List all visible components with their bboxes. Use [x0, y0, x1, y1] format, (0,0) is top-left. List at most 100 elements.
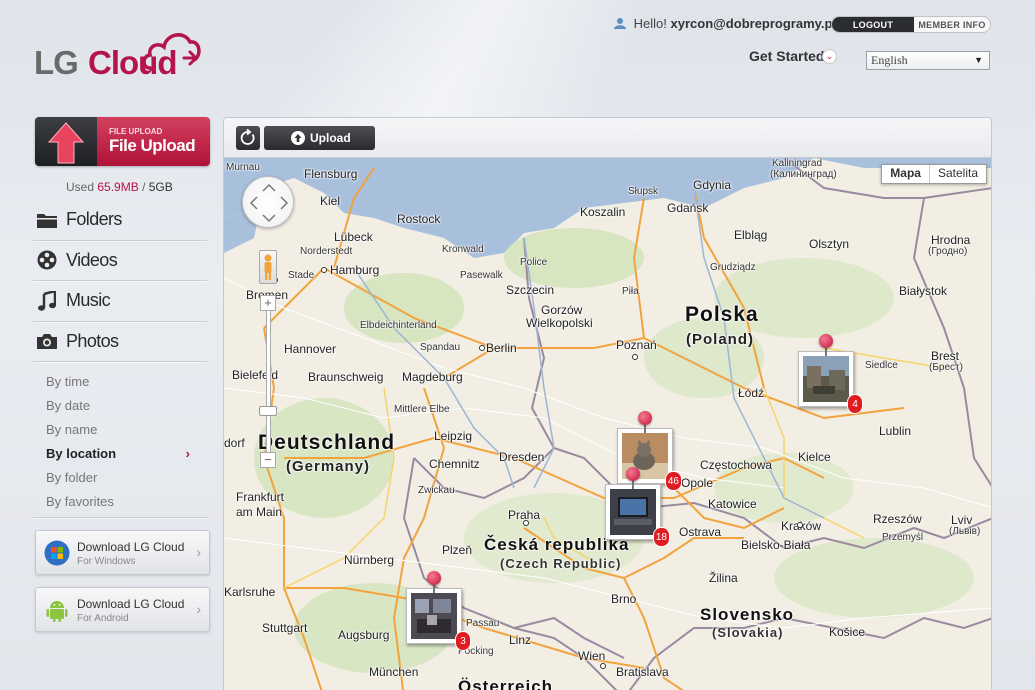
location-map[interactable]: Kaliningrad (Калининград) Gdynia Słupsk … — [224, 158, 991, 690]
member-info-button[interactable]: MEMBER INFO — [914, 17, 990, 32]
map-label-country: (Czech Republic) — [500, 556, 622, 571]
photo-count-badge: 4 — [847, 394, 863, 414]
city-dot — [523, 520, 529, 526]
map-label: Leipzig — [434, 429, 473, 443]
zoom-slider-track[interactable] — [266, 310, 271, 454]
map-label: Siedlce — [865, 360, 898, 371]
map-label: Kaliningrad — [772, 158, 823, 169]
sidebar-item-label: Photos — [66, 330, 119, 351]
download-title: Download LG Cloud — [77, 540, 185, 554]
folder-icon — [36, 211, 58, 229]
map-label: Spandau — [420, 342, 461, 353]
zoom-slider-handle[interactable] — [259, 406, 277, 416]
map-label: Stuttgart — [262, 621, 308, 635]
sidebar-item-music[interactable]: Music — [33, 281, 207, 322]
chevron-right-icon: › — [196, 544, 201, 560]
toolbar: Upload — [224, 118, 991, 158]
zoom-in-button[interactable]: + — [260, 295, 276, 311]
filter-by-favorites[interactable]: By favorites — [46, 490, 196, 514]
map-label: (Львів) — [949, 526, 981, 537]
windows-logo-icon — [44, 540, 70, 566]
photo-count-badge: 18 — [652, 527, 670, 547]
map-label: am Main — [236, 505, 283, 519]
file-upload-button[interactable]: FILE UPLOAD File Upload — [35, 117, 210, 166]
map-label: Gorzów — [541, 303, 583, 317]
sidebar-divider — [33, 517, 209, 518]
get-started-link[interactable]: Get Started — [749, 48, 824, 64]
city-dot — [600, 663, 606, 669]
map-label: Berlin — [486, 341, 517, 355]
download-android-button[interactable]: Download LG Cloud For Android › — [35, 587, 210, 632]
download-subtitle: For Windows — [77, 556, 136, 567]
account-actions: LOGOUT MEMBER INFO — [831, 16, 991, 33]
map-label: Passau — [466, 618, 500, 629]
sidebar-item-label: Videos — [66, 249, 118, 270]
map-label: Stade — [288, 270, 315, 281]
sidebar-item-videos[interactable]: Videos — [33, 241, 207, 281]
map-label: Braunschweig — [308, 370, 384, 384]
room-photo — [411, 593, 457, 639]
android-robot-icon — [46, 601, 68, 622]
filter-by-date[interactable]: By date — [46, 394, 196, 418]
map-label: Mittlere Elbe — [394, 404, 450, 415]
filter-by-name[interactable]: By name — [46, 418, 196, 442]
upload-small-label: FILE UPLOAD — [109, 127, 163, 136]
map-label: dorf — [224, 436, 245, 450]
photo-filter-list: By time By date By name By location › By… — [46, 370, 196, 514]
map-label: Karlsruhe — [224, 585, 276, 599]
main-panel: Upload Kaliningrad (Калининград) Gdynia … — [223, 117, 992, 690]
refresh-button[interactable] — [236, 126, 260, 150]
map-type-satellite-button[interactable]: Satelita — [930, 165, 986, 183]
filter-by-location[interactable]: By location › — [46, 442, 196, 466]
map-label: Brno — [611, 592, 637, 606]
logout-button[interactable]: LOGOUT — [832, 17, 914, 32]
map-label: Hrodna — [931, 233, 971, 247]
map-label: Ostrava — [679, 525, 722, 539]
map-label: Wien — [578, 649, 606, 663]
map-label-country: (Poland) — [686, 331, 754, 348]
map-label: Žilina — [709, 571, 738, 585]
chevron-down-icon[interactable]: ⌄ — [822, 49, 837, 64]
dropdown-arrow-icon: ▼ — [974, 55, 983, 65]
map-label: Bielefeld — [232, 368, 279, 382]
upload-button[interactable]: Upload — [264, 126, 375, 150]
usage-prefix: Used — [66, 180, 95, 194]
photo-location-marker[interactable]: 3 — [406, 571, 471, 651]
map-type-map-button[interactable]: Mapa — [882, 165, 930, 183]
logo-lg-text: LG — [34, 44, 79, 81]
map-label: Elbdeichinterland — [360, 320, 437, 331]
download-title: Download LG Cloud — [77, 597, 185, 611]
city-dot — [632, 354, 638, 360]
map-label: Dresden — [499, 450, 545, 464]
map-label: Rostock — [397, 212, 441, 226]
map-label: Lublin — [879, 424, 912, 438]
map-label: München — [369, 665, 419, 679]
map-label: Słupsk — [628, 186, 659, 197]
sidebar-item-photos[interactable]: Photos — [33, 322, 207, 362]
zoom-out-button[interactable]: − — [260, 452, 276, 468]
map-label: Gdynia — [693, 178, 732, 192]
pan-arrows-icon — [249, 183, 289, 223]
filter-by-time[interactable]: By time — [46, 370, 196, 394]
filter-label: By location — [46, 446, 117, 461]
photo-location-marker[interactable]: 4 — [798, 334, 863, 414]
photo-location-marker[interactable]: 18 — [605, 467, 670, 547]
sidebar-item-folders[interactable]: Folders — [33, 200, 207, 241]
map-label: Plzeň — [442, 543, 473, 557]
language-select[interactable]: English ▼ — [866, 51, 990, 70]
map-label: Lviv — [951, 513, 973, 527]
street-view-pegman-icon[interactable] — [259, 250, 277, 284]
map-pan-control[interactable] — [242, 176, 294, 228]
map-label: (Брест) — [929, 362, 963, 373]
map-label: (Калининград) — [770, 169, 837, 180]
map-label: Opole — [681, 476, 714, 490]
download-windows-button[interactable]: Download LG Cloud For Windows › — [35, 530, 210, 575]
map-label: Lübeck — [334, 230, 373, 244]
map-label: Częstochowa — [700, 458, 773, 472]
lg-cloud-logo[interactable]: LG Cloud — [34, 24, 214, 81]
map-label: Białystok — [899, 284, 948, 298]
map-label: Pasewalk — [460, 270, 503, 281]
filter-by-folder[interactable]: By folder — [46, 466, 196, 490]
map-label: Hamburg — [330, 263, 380, 277]
map-label: Bielsko-Biała — [741, 538, 811, 552]
